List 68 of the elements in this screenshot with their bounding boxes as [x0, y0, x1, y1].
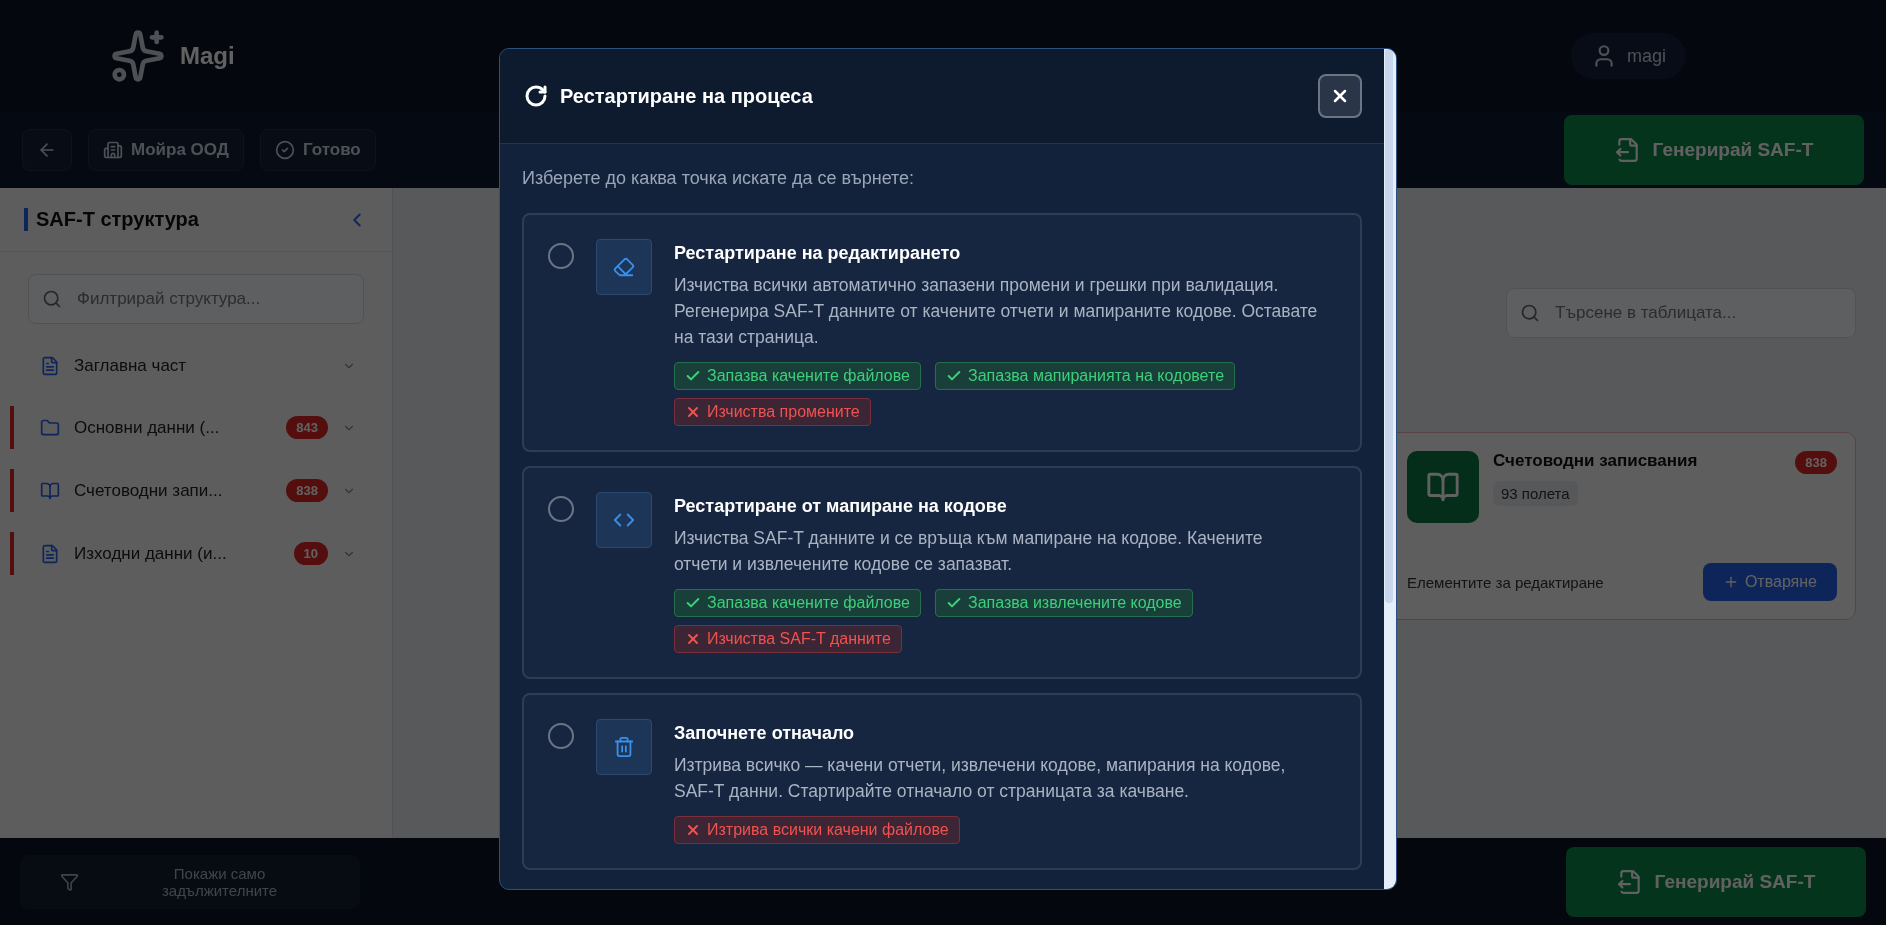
dialog-title: Рестартиране на процеса: [560, 84, 814, 108]
company-button[interactable]: Мойра ООД: [88, 129, 244, 171]
radio-button[interactable]: [548, 496, 574, 522]
sidebar-item[interactable]: Изходни данни (и... 10: [10, 532, 382, 575]
cross-icon: [685, 404, 701, 420]
clear-tag: Изтрива всички качени файлове: [674, 816, 960, 844]
item-label: Счетоводни запи...: [74, 480, 224, 501]
error-count: 843: [286, 416, 328, 439]
restart-option[interactable]: Започнете отначало Изтрива всичко — качени отчети, извлечени кодове, мапирания на кодове, SAF-T данни. Стартирайте отначало от страницата за качване. Изтрива всички качени файлове: [522, 693, 1362, 870]
scrollbar[interactable]: [1384, 49, 1396, 889]
building-icon: [103, 140, 123, 160]
card-footer-text: Елементите за редактиране: [1407, 573, 1604, 591]
book-icon: [40, 480, 60, 501]
user-menu[interactable]: magi: [1571, 33, 1686, 79]
clear-tag: Изчиства SAF-T данните: [674, 625, 902, 653]
sidebar-item[interactable]: Заглавна част: [10, 346, 382, 386]
logo-icon: [110, 28, 166, 84]
restart-icon: [524, 84, 548, 108]
search-icon: [1520, 303, 1540, 323]
close-button[interactable]: [1318, 74, 1362, 118]
sidebar-item[interactable]: Счетоводни запи... 838: [10, 469, 382, 512]
status-button[interactable]: Готово: [259, 129, 376, 171]
option-description: Изчиства SAF-T данните и се връща към мапиране на кодове. Качените отчети и извлечените кодове се запазват.: [674, 527, 1264, 576]
option-icon: [596, 239, 652, 295]
option-icon: [596, 719, 652, 775]
status-icon: [274, 140, 295, 160]
keep-tag: Запазва качените файлове: [674, 362, 921, 390]
export-icon: [1616, 868, 1643, 895]
option-title: Рестартиране от мапиране на кодове: [674, 496, 1008, 517]
cross-icon: [685, 822, 701, 838]
restart-option[interactable]: [522, 213, 1362, 452]
radio-button[interactable]: [548, 723, 574, 749]
item-label: Заглавна част: [74, 356, 188, 376]
option-description: Изчиства всички автоматично запазени промени и грешки при валидация. Регенерира SAF-T данните от качените отчети и мапираните кодове. Оставате на тази страница.: [674, 274, 1319, 349]
option-title: Започнете отначало: [674, 723, 856, 744]
generate-button[interactable]: Генерирай SAF-T: [1564, 115, 1864, 185]
field-count: 93 полета: [1493, 481, 1578, 506]
sidebar-item[interactable]: Основни данни (... 843: [10, 406, 382, 449]
export-icon: [1614, 137, 1641, 163]
open-button[interactable]: Отваряне: [1702, 563, 1837, 601]
search-icon: [42, 289, 62, 309]
cross-icon: [685, 631, 701, 647]
option-icon: [596, 492, 652, 548]
option-title: Рестартиране на редактирането: [674, 243, 962, 264]
document-icon: [40, 543, 60, 564]
document-icon: [40, 356, 60, 376]
option-description: Изтрива всичко — качени отчети, извлечени кодове, мапирания на кодове, SAF-T данни. Стартирайте отначало от страницата за качване.: [674, 754, 1287, 803]
book-icon: [1407, 451, 1479, 523]
clear-tag: Изчиства промените: [674, 398, 871, 426]
folder-icon: [40, 417, 60, 438]
error-count: 10: [293, 542, 328, 565]
logo-text: Magi: [180, 42, 235, 70]
item-label: Основни данни (...: [74, 417, 221, 438]
item-label: Изходни данни (и...: [74, 543, 228, 564]
radio-button[interactable]: [548, 243, 574, 269]
sidebar-title: SAF-T структура: [24, 208, 199, 231]
back-button[interactable]: [22, 129, 72, 171]
restart-option[interactable]: [522, 466, 1362, 679]
generate-button[interactable]: Генерирай SAF-T: [1566, 846, 1866, 917]
keep-tag: Запазва мапиранията на кодовете: [935, 362, 1236, 390]
dialog-prompt: Изберете до каква точка искате да се върнете:: [522, 168, 916, 189]
filter-icon: [60, 871, 80, 892]
error-count: 838: [1795, 451, 1837, 474]
keep-tag: Запазва извлечените кодове: [935, 589, 1193, 617]
error-count: 838: [286, 479, 328, 502]
keep-tag: Запазва качените файлове: [674, 589, 921, 617]
user-name: magi: [1627, 45, 1666, 67]
card-title: Счетоводни записвания: [1493, 451, 1698, 471]
